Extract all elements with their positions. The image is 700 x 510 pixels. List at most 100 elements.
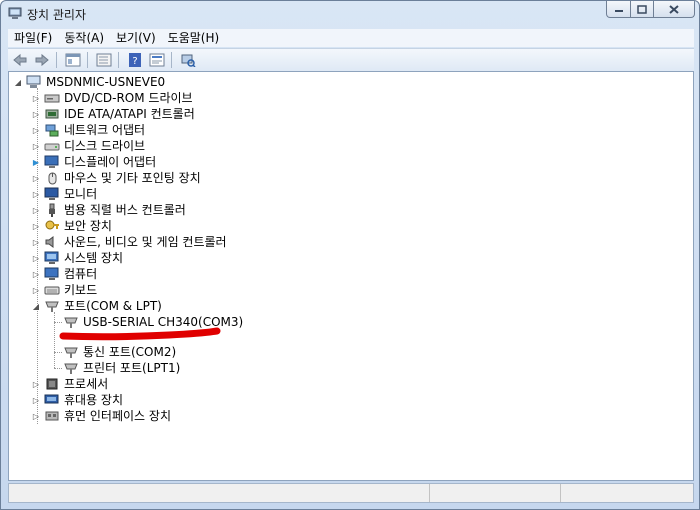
back-icon: [13, 53, 27, 67]
menu-file[interactable]: 파일(F): [8, 29, 58, 47]
toolbar-separator: [118, 52, 119, 68]
menu-bar: 파일(F) 동작(A) 보기(V) 도움말(H): [8, 29, 694, 47]
network-adapter-icon: [44, 123, 60, 137]
menu-help[interactable]: 도움말(H): [162, 29, 226, 47]
close-icon: [669, 4, 679, 14]
tree-category[interactable]: ▷ 범용 직렬 버스 컨트롤러: [31, 202, 186, 218]
minimize-icon: [614, 10, 623, 12]
close-button[interactable]: [653, 1, 695, 18]
tree-guide-line: [54, 312, 55, 368]
device-tree: ◢ MSDNMIC-USNEVE0 ▷ DVD/CD-ROM 드라이브 ▷ ID…: [8, 71, 694, 481]
tree-category-label: 디스플레이 어댑터: [64, 155, 157, 169]
expand-arrow-icon[interactable]: ▷: [31, 266, 41, 282]
collapse-arrow-icon[interactable]: ◢: [31, 298, 41, 314]
expand-arrow-icon[interactable]: ▷: [31, 90, 41, 106]
window-title: 장치 관리자: [27, 8, 87, 22]
collapse-arrow-icon[interactable]: ◢: [13, 74, 23, 90]
keyboard-icon: [44, 283, 60, 297]
ide-controller-icon: [44, 107, 60, 121]
tree-category[interactable]: ▷ 디스크 드라이브: [31, 138, 145, 154]
maximize-icon: [637, 4, 647, 14]
toolbar-separator: [56, 52, 57, 68]
tree-category[interactable]: ▷ 보안 장치: [31, 218, 112, 234]
show-hide-tree-button[interactable]: [94, 51, 114, 69]
title-bar: 장치 관리자: [1, 1, 699, 27]
expand-arrow-icon[interactable]: ▷: [31, 106, 41, 122]
status-segment: [9, 484, 430, 502]
tree-guide-line: [54, 352, 62, 353]
tree-category[interactable]: ▷ 마우스 및 기타 포인팅 장치: [31, 170, 201, 186]
scan-hardware-button[interactable]: [178, 51, 198, 69]
tree-category[interactable]: ▷ 키보드: [31, 282, 97, 298]
monitor-icon: [44, 187, 60, 201]
usb-controller-icon: [44, 203, 60, 217]
tree-category-label: 범용 직렬 버스 컨트롤러: [64, 203, 186, 217]
update-driver-button[interactable]: [147, 51, 167, 69]
menu-action[interactable]: 동작(A): [58, 29, 110, 47]
tree-category[interactable]: ▷ 프로세서: [31, 376, 108, 392]
security-device-icon: [44, 219, 60, 233]
processor-icon: [44, 377, 60, 391]
tree-root[interactable]: ◢ MSDNMIC-USNEVE0: [13, 74, 165, 90]
tree-category-label: 디스크 드라이브: [64, 139, 146, 153]
minimize-button[interactable]: [606, 1, 631, 18]
port-item-lpt1[interactable]: 프린터 포트(LPT1): [63, 360, 180, 376]
tree-category[interactable]: ▷ 모니터: [31, 186, 97, 202]
disk-drive-icon: [44, 139, 60, 153]
expand-arrow-icon[interactable]: ▷: [31, 250, 41, 266]
back-button[interactable]: [10, 51, 30, 69]
tree-category-label: 시스템 장치: [64, 251, 124, 265]
expand-arrow-icon[interactable]: ▷: [31, 234, 41, 250]
tree-category[interactable]: ▷ 네트워크 어댑터: [31, 122, 145, 138]
tree-category-label: 보안 장치: [64, 219, 112, 233]
show-hide-tree-icon: [96, 53, 112, 67]
system-device-icon: [44, 251, 60, 265]
toolbar-separator: [171, 52, 172, 68]
expand-arrow-icon[interactable]: ▶: [31, 154, 41, 170]
tree-category[interactable]: ▷ DVD/CD-ROM 드라이브: [31, 90, 193, 106]
tree-category[interactable]: ▷ 시스템 장치: [31, 250, 123, 266]
expand-arrow-icon[interactable]: ▷: [31, 408, 41, 424]
toolbar-separator: [87, 52, 88, 68]
expand-arrow-icon[interactable]: ▷: [31, 186, 41, 202]
tree-category-label: 포트(COM & LPT): [64, 299, 162, 313]
port-item-com2[interactable]: 통신 포트(COM2): [63, 344, 176, 360]
expand-arrow-icon[interactable]: ▷: [31, 138, 41, 154]
device-manager-icon: [8, 7, 22, 19]
tree-category-label: 모니터: [64, 187, 98, 201]
dvd-drive-icon: [44, 91, 60, 105]
expand-arrow-icon[interactable]: ▷: [31, 122, 41, 138]
status-segment: [561, 484, 691, 502]
port-icon: [44, 299, 60, 313]
expand-arrow-icon[interactable]: ▷: [31, 392, 41, 408]
tree-category-label: 컴퓨터: [64, 267, 98, 281]
tree-category-ports[interactable]: ◢ 포트(COM & LPT): [31, 298, 162, 314]
tree-root-label: MSDNMIC-USNEVE0: [46, 75, 166, 89]
tree-category[interactable]: ▷ 휴먼 인터페이스 장치: [31, 408, 171, 424]
expand-arrow-icon[interactable]: ▷: [31, 376, 41, 392]
port-icon: [63, 345, 79, 359]
maximize-button[interactable]: [630, 1, 654, 18]
tree-category-label: 사운드, 비디오 및 게임 컨트롤러: [64, 235, 227, 249]
menu-view[interactable]: 보기(V): [110, 29, 162, 47]
help-button[interactable]: ?: [125, 51, 145, 69]
tree-category-label: 휴대용 장치: [64, 393, 124, 407]
tree-category[interactable]: ▷ IDE ATA/ATAPI 컨트롤러: [31, 106, 195, 122]
expand-arrow-icon[interactable]: ▷: [31, 282, 41, 298]
tree-category[interactable]: ▷ 컴퓨터: [31, 266, 97, 282]
help-icon: ?: [129, 53, 141, 67]
display-adapter-icon: [44, 155, 60, 169]
tree-category[interactable]: ▷ 사운드, 비디오 및 게임 컨트롤러: [31, 234, 227, 250]
expand-arrow-icon[interactable]: ▷: [31, 202, 41, 218]
tree-category[interactable]: ▶ 디스플레이 어댑터: [31, 154, 156, 170]
update-driver-icon: [149, 53, 165, 67]
tree-category[interactable]: ▷ 휴대용 장치: [31, 392, 123, 408]
properties-button[interactable]: [63, 51, 83, 69]
expand-arrow-icon[interactable]: ▷: [31, 218, 41, 234]
expand-arrow-icon[interactable]: ▷: [31, 170, 41, 186]
speaker-icon: [44, 235, 60, 249]
port-item-label: 프린터 포트(LPT1): [83, 361, 181, 375]
forward-button[interactable]: [32, 51, 52, 69]
tree-category-label: 키보드: [64, 283, 98, 297]
port-icon: [63, 361, 79, 375]
